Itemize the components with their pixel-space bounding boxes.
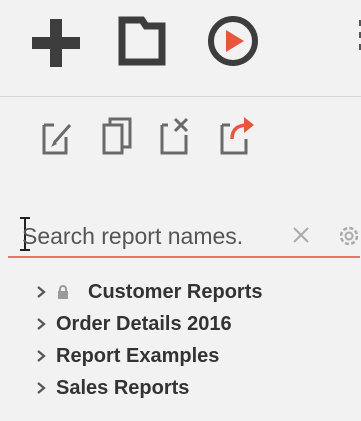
edit-icon: [42, 123, 72, 155]
folder-icon: [118, 16, 166, 66]
toolbar-divider: [0, 96, 361, 97]
add-button[interactable]: [30, 17, 82, 69]
tree-item-label: Report Examples: [56, 344, 220, 367]
chevron-right-icon: [37, 286, 46, 298]
copy-icon: [102, 117, 132, 155]
delete-icon: [160, 117, 189, 155]
delete-button[interactable]: [158, 115, 192, 157]
play-circle-icon: [208, 16, 258, 66]
chevron-right-icon: [37, 350, 46, 362]
copy-button[interactable]: [100, 115, 134, 157]
search-settings-button[interactable]: [336, 223, 361, 254]
search-underline: [8, 256, 360, 258]
close-icon: [293, 227, 309, 243]
tree-item-customer-reports[interactable]: Customer Reports: [34, 278, 262, 306]
edit-button[interactable]: [40, 117, 74, 157]
gear-icon: [339, 226, 359, 246]
new-folder-button[interactable]: [118, 14, 166, 66]
search-bar: [8, 214, 361, 258]
tree-item-sales-reports[interactable]: Sales Reports: [34, 374, 189, 402]
export-button[interactable]: [218, 113, 256, 157]
lock-icon: [58, 285, 68, 299]
search-input[interactable]: [22, 220, 284, 252]
plus-icon: [32, 19, 80, 67]
clear-search-button[interactable]: [290, 224, 312, 251]
tree-item-label: Order Details 2016: [56, 312, 232, 335]
run-button[interactable]: [206, 14, 260, 68]
tree-item-label: Sales Reports: [56, 376, 190, 399]
tree-item-report-examples[interactable]: Report Examples: [34, 342, 219, 370]
tree-item-label: Customer Reports: [88, 280, 263, 303]
report-panel: Customer Reports Order Details 2016 Repo…: [0, 0, 361, 421]
main-toolbar: [0, 0, 361, 96]
chevron-right-icon: [37, 382, 46, 394]
chevron-right-icon: [37, 318, 46, 330]
tree-item-order-details-2016[interactable]: Order Details 2016: [34, 310, 232, 338]
share-icon: [220, 117, 254, 155]
